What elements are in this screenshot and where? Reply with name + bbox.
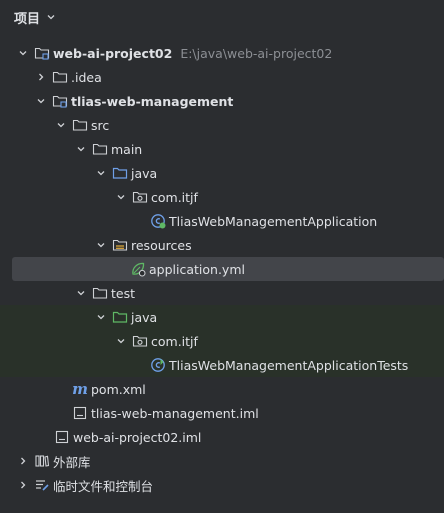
- tree-item-application-yml[interactable]: application.yml: [12, 257, 444, 281]
- library-icon: [34, 453, 50, 469]
- tree-item-src[interactable]: src: [0, 113, 444, 137]
- test-source-folder-icon: [112, 309, 128, 325]
- tree-item-label: pom.xml: [91, 381, 146, 397]
- chevron-down-icon[interactable]: [74, 142, 88, 156]
- tree-item-external-libraries[interactable]: 外部库: [0, 449, 444, 473]
- tree-item-java-test[interactable]: java: [0, 305, 444, 329]
- chevron-down-icon[interactable]: [16, 46, 30, 60]
- tree-item-label: tlias-web-management.iml: [91, 405, 259, 421]
- tree-item-test[interactable]: test: [0, 281, 444, 305]
- chevron-right-icon[interactable]: [16, 478, 30, 492]
- project-panel-header[interactable]: 项目: [0, 0, 444, 34]
- tree-item-tlias-web-management[interactable]: tlias-web-management: [0, 89, 444, 113]
- source-folder-icon: [112, 165, 128, 181]
- folder-icon: [72, 117, 88, 133]
- tree-item-label: java: [131, 165, 158, 181]
- tree-item-label: 临时文件和控制台: [53, 478, 154, 494]
- folder-icon: [92, 141, 108, 157]
- tree-item-test-package-com-itjf[interactable]: com.itjf: [0, 329, 444, 353]
- tree-item-package-com-itjf[interactable]: com.itjf: [0, 185, 444, 209]
- chevron-down-icon[interactable]: [94, 166, 108, 180]
- tree-item-label: 外部库: [53, 454, 91, 470]
- spring-config-icon: [130, 261, 146, 277]
- tree-item-scratches-consoles[interactable]: 临时文件和控制台: [0, 473, 444, 497]
- tree-item-label: com.itjf: [151, 189, 198, 205]
- tree-item-idea[interactable]: .idea: [0, 65, 444, 89]
- tree-item-main[interactable]: main: [0, 137, 444, 161]
- test-class-icon: [150, 357, 166, 373]
- tree-item-label: main: [111, 141, 143, 157]
- panel-title: 项目: [14, 11, 41, 27]
- tree-item-label: java: [131, 309, 158, 325]
- iml-file-icon: [72, 405, 88, 421]
- scratches-icon: [34, 477, 50, 493]
- tree-item-label: .idea: [71, 69, 102, 85]
- tree-item-label: web-ai-project02: [53, 45, 173, 61]
- chevron-right-icon[interactable]: [34, 70, 48, 84]
- resources-folder-icon: [112, 237, 128, 253]
- package-icon: [132, 189, 148, 205]
- chevron-down-icon[interactable]: [54, 118, 68, 132]
- tree-item-project-iml[interactable]: web-ai-project02.iml: [0, 425, 444, 449]
- package-icon: [132, 333, 148, 349]
- chevron-down-icon[interactable]: [114, 334, 128, 348]
- module-folder-icon: [34, 45, 50, 61]
- tree-item-test-class[interactable]: TliasWebManagementApplicationTests: [0, 353, 444, 377]
- tree-item-label: resources: [131, 237, 192, 253]
- iml-file-icon: [54, 429, 70, 445]
- tree-item-resources[interactable]: resources: [0, 233, 444, 257]
- project-tree: web-ai-project02 E:\java\web-ai-project0…: [0, 41, 444, 497]
- tree-item-label: web-ai-project02.iml: [73, 429, 202, 445]
- tree-item-path: E:\java\web-ai-project02: [180, 45, 333, 61]
- tree-item-web-ai-project02[interactable]: web-ai-project02 E:\java\web-ai-project0…: [0, 41, 444, 65]
- chevron-down-icon[interactable]: [34, 94, 48, 108]
- tree-item-java-source[interactable]: java: [0, 161, 444, 185]
- chevron-down-icon[interactable]: [114, 190, 128, 204]
- maven-icon: m: [72, 380, 88, 398]
- tree-item-module-iml[interactable]: tlias-web-management.iml: [0, 401, 444, 425]
- tree-item-label: test: [111, 285, 136, 301]
- chevron-down-icon[interactable]: [46, 12, 56, 22]
- chevron-down-icon[interactable]: [74, 286, 88, 300]
- tree-item-label: TliasWebManagementApplicationTests: [169, 357, 409, 373]
- tree-item-main-class[interactable]: TliasWebManagementApplication: [0, 209, 444, 233]
- tree-item-label: tlias-web-management: [71, 93, 234, 109]
- tree-item-label: src: [91, 117, 110, 133]
- spring-boot-class-icon: [150, 213, 166, 229]
- chevron-right-icon[interactable]: [16, 454, 30, 468]
- tree-item-pom-xml[interactable]: m pom.xml: [0, 377, 444, 401]
- chevron-down-icon[interactable]: [94, 310, 108, 324]
- folder-icon: [52, 69, 68, 85]
- tree-item-label: application.yml: [149, 261, 245, 277]
- module-folder-icon: [52, 93, 68, 109]
- folder-icon: [92, 285, 108, 301]
- chevron-down-icon[interactable]: [94, 238, 108, 252]
- tree-item-label: com.itjf: [151, 333, 198, 349]
- tree-item-label: TliasWebManagementApplication: [169, 213, 378, 229]
